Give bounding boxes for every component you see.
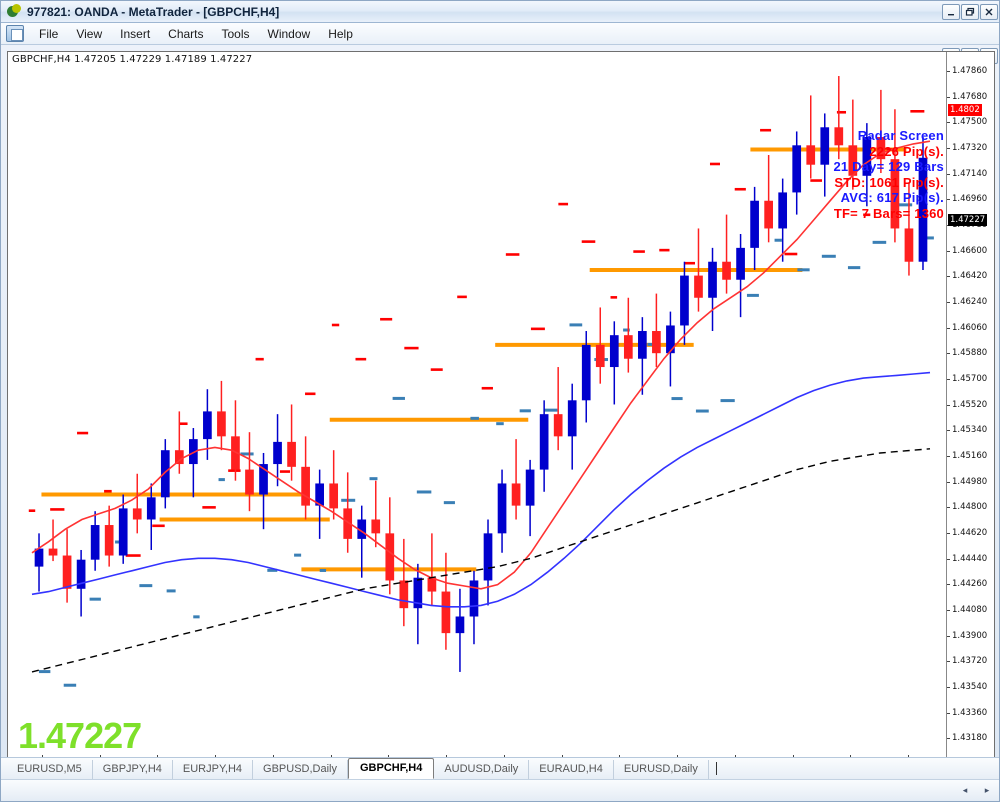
chart-tab-bar: EURUSD,M5 GBPJPY,H4 EURJPY,H4 GBPUSD,Dai…: [1, 757, 999, 779]
close-button[interactable]: [980, 4, 998, 20]
price-axis-label: 1.46600: [952, 245, 988, 256]
radar-line-tf: TF= 7 Bars= 1360: [833, 205, 944, 221]
tab-eurusd-m5[interactable]: EURUSD,M5: [7, 760, 93, 779]
price-axis-label: 1.46240: [952, 296, 988, 307]
price-axis-label: 1.43360: [952, 707, 988, 718]
price-axis-label: 1.45160: [952, 450, 988, 461]
price-axis-label: 1.44980: [952, 476, 988, 487]
price-axis-label: 1.45520: [952, 399, 988, 410]
window-title: 977821: OANDA - MetaTrader - [GBPCHF,H4]: [27, 4, 280, 19]
price-axis-tick: [947, 147, 950, 149]
price-axis-tick: [947, 712, 950, 714]
radar-line-pips: 2226 Pip(s).: [869, 143, 944, 159]
price-axis-label: 1.44800: [952, 502, 988, 513]
price-axis-tick: [947, 404, 950, 406]
tab-eurusd-daily[interactable]: EURUSD,Daily: [614, 760, 709, 779]
menu-bar: File View Insert Charts Tools Window Hel…: [1, 23, 999, 64]
price-axis-label: 1.47140: [952, 168, 988, 179]
price-axis-label: 1.43720: [952, 656, 988, 667]
metatrader-logo-icon: [7, 3, 23, 20]
price-axis-label: 1.47320: [952, 142, 988, 153]
price-axis-tick: [947, 635, 950, 637]
price-axis-tick: [947, 250, 950, 252]
price-axis-tick: [947, 353, 950, 355]
menu-item-tools[interactable]: Tools: [213, 24, 259, 44]
menu-item-charts[interactable]: Charts: [159, 24, 212, 44]
tab-euraud-h4[interactable]: EURAUD,H4: [529, 760, 614, 779]
radar-line-std: STD: 1061 Pip(s).: [834, 174, 944, 190]
price-axis-tick: [947, 686, 950, 688]
tab-caret: [715, 762, 717, 775]
price-axis-label: 1.44440: [952, 553, 988, 564]
price-axis-label: 1.46420: [952, 271, 988, 282]
radar-line-days: 21 Day= 129 Bars: [833, 159, 944, 174]
menu-item-help[interactable]: Help: [319, 24, 362, 44]
price-axis-tick: [947, 327, 950, 329]
title-bar: 977821: OANDA - MetaTrader - [GBPCHF,H4]: [1, 1, 999, 23]
price-axis-label: 1.44080: [952, 604, 988, 615]
scroll-left-icon[interactable]: ◂: [957, 784, 973, 798]
price-axis-label: 1.45880: [952, 348, 988, 359]
price-axis-tick: [947, 481, 950, 483]
metatrader-window: 977821: OANDA - MetaTrader - [GBPCHF,H4]…: [0, 0, 1000, 802]
price-chart: [28, 76, 934, 687]
price-watermark: 1.47227: [18, 715, 142, 756]
price-axis-tick: [947, 558, 950, 560]
price-axis-tick: [947, 430, 950, 432]
price-axis-label: 1.43900: [952, 630, 988, 641]
price-axis-tick: [947, 532, 950, 534]
current-price-badge: 1.47227: [948, 214, 988, 226]
status-bar: ◂ ▸: [1, 779, 999, 801]
chart-plot-area[interactable]: [14, 66, 948, 758]
menu-item-view[interactable]: View: [67, 24, 111, 44]
price-axis-label: 1.45700: [952, 373, 988, 384]
price-axis-tick: [947, 276, 950, 278]
price-axis-label: 1.47860: [952, 65, 988, 76]
price-axis-tick: [947, 301, 950, 303]
menu-item-insert[interactable]: Insert: [111, 24, 159, 44]
price-axis-label: 1.43180: [952, 733, 988, 744]
high-price-badge: 1.4802: [948, 104, 982, 116]
price-axis-label: 1.46060: [952, 322, 988, 333]
price-axis-label: 1.47500: [952, 117, 988, 128]
price-axis-tick: [947, 661, 950, 663]
price-axis-tick: [947, 738, 950, 740]
price-axis-tick: [947, 584, 950, 586]
price-axis-tick: [947, 609, 950, 611]
tab-eurjpy-h4[interactable]: EURJPY,H4: [173, 760, 254, 779]
tab-gbpchf-h4[interactable]: GBPCHF,H4: [347, 758, 435, 779]
price-axis-label: 1.44620: [952, 527, 988, 538]
window-controls-outer: [942, 4, 998, 20]
scroll-right-icon[interactable]: ▸: [979, 784, 995, 798]
price-axis[interactable]: 1.47860 1.47680 1.47500 1.47320 1.47140 1.469…: [946, 52, 994, 774]
price-axis-tick: [947, 70, 950, 72]
price-axis-tick: [947, 455, 950, 457]
tab-audusd-daily[interactable]: AUDUSD,Daily: [434, 760, 530, 779]
minimize-button[interactable]: [942, 4, 960, 20]
menu-item-window[interactable]: Window: [259, 24, 320, 44]
radar-screen-panel: Radar Screen 2226 Pip(s). 21 Day= 129 Ba…: [833, 128, 944, 221]
price-axis-label: 1.45340: [952, 425, 988, 436]
tab-gbpjpy-h4[interactable]: GBPJPY,H4: [93, 760, 173, 779]
price-axis-tick: [947, 173, 950, 175]
price-axis-label: 1.46960: [952, 194, 988, 205]
price-axis-tick: [947, 378, 950, 380]
price-axis-tick: [947, 96, 950, 98]
price-axis-tick: [947, 122, 950, 124]
radar-line-avg: AVG: 617 Pip(s).: [840, 190, 944, 205]
price-axis-label: 1.44260: [952, 579, 988, 590]
radar-line-title: Radar Screen: [857, 128, 944, 143]
mdi-window-icon[interactable]: [6, 25, 24, 42]
ohlc-quote-line: GBPCHF,H4 1.47205 1.47229 1.47189 1.4722…: [12, 54, 253, 65]
chart-window[interactable]: GBPCHF,H4 1.47205 1.47229 1.47189 1.4722…: [7, 51, 995, 775]
tab-gbpusd-daily[interactable]: GBPUSD,Daily: [253, 760, 348, 779]
menu-item-file[interactable]: File: [30, 24, 67, 44]
price-axis-tick: [947, 507, 950, 509]
price-axis-label: 1.43540: [952, 681, 988, 692]
restore-button[interactable]: [961, 4, 979, 20]
price-axis-label: 1.47680: [952, 91, 988, 102]
price-axis-tick: [947, 199, 950, 201]
